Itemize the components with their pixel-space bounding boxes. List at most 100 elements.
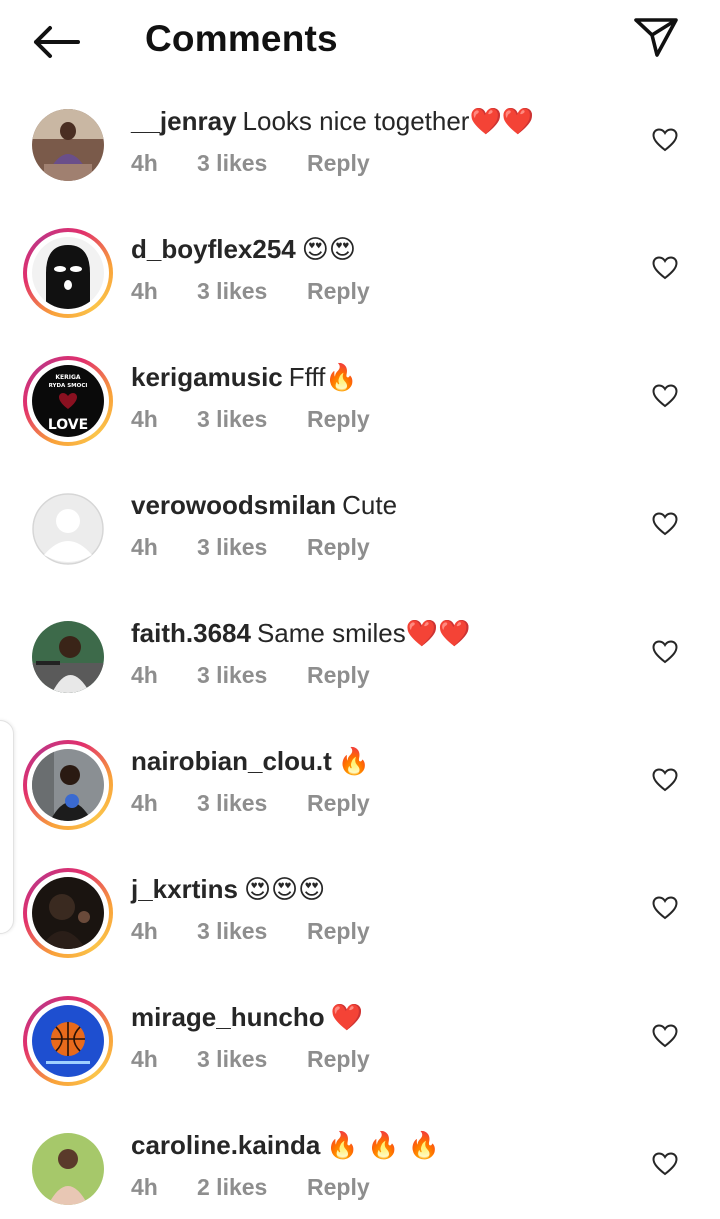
reply-button[interactable]: Reply (307, 278, 370, 305)
heart-outline-icon (652, 512, 678, 536)
comment-text-line: caroline.kainda 🔥 🔥 🔥 (131, 1128, 440, 1163)
like-button[interactable] (650, 894, 680, 922)
comment-username[interactable]: __jenray (131, 106, 237, 136)
avatar-photo (32, 1133, 104, 1205)
comment-username[interactable]: verowoodsmilan (131, 490, 336, 520)
heart-outline-icon (652, 896, 678, 920)
comment-text-line: verowoodsmilan Cute (131, 488, 397, 523)
comment-likes[interactable]: 3 likes (197, 150, 307, 177)
heart-outline-icon (652, 256, 678, 280)
comment-text-line: nairobian_clou.t 🔥 (131, 744, 370, 779)
comment-emoji: 🔥 (337, 747, 371, 777)
comment-row: __jenray Looks nice together❤️❤️ 4h 3 like… (0, 82, 720, 210)
comment-time: 4h (131, 790, 158, 816)
arrow-left-icon (34, 26, 80, 58)
comment-meta: 4h 3 likes Reply (131, 534, 370, 561)
comment-meta: 4h 3 likes Reply (131, 918, 370, 945)
comment-likes[interactable]: 3 likes (197, 918, 307, 945)
comment-meta: 4h 3 likes Reply (131, 1046, 370, 1073)
like-button[interactable] (650, 382, 680, 410)
comment-username[interactable]: d_boyflex254 (131, 234, 296, 264)
comment-meta: 4h 3 likes Reply (131, 790, 370, 817)
comment-emoji: ❤️ (330, 1003, 363, 1033)
share-button[interactable] (630, 14, 682, 60)
comment-likes[interactable]: 3 likes (197, 1046, 307, 1073)
avatar[interactable] (23, 228, 113, 318)
comment-likes[interactable]: 3 likes (197, 278, 307, 305)
comment-time: 4h (131, 662, 158, 688)
reply-button[interactable]: Reply (307, 534, 370, 561)
like-button[interactable] (650, 254, 680, 282)
reply-button[interactable]: Reply (307, 918, 370, 945)
comment-time: 4h (131, 150, 158, 176)
like-button[interactable] (650, 510, 680, 538)
comment-row: nairobian_clou.t 🔥 4h 3 likes Reply (0, 722, 720, 850)
reply-button[interactable]: Reply (307, 790, 370, 817)
comment-list: __jenray Looks nice together❤️❤️ 4h 3 like… (0, 82, 720, 1219)
like-button[interactable] (650, 638, 680, 666)
header-bar: Comments (0, 0, 720, 82)
avatar[interactable] (23, 100, 113, 190)
comment-username[interactable]: mirage_huncho (131, 1002, 325, 1032)
avatar-text-bottom: LOVE (48, 417, 88, 433)
reply-button[interactable]: Reply (307, 150, 370, 177)
default-avatar-icon (32, 493, 104, 565)
avatar-photo: KERIGA RYDA SMOCI LOVE (32, 365, 104, 437)
avatar-photo (32, 109, 104, 181)
like-button[interactable] (650, 1022, 680, 1050)
comment-meta: 4h 3 likes Reply (131, 662, 370, 689)
comment-row: caroline.kainda 🔥 🔥 🔥 4h 2 likes Reply (0, 1106, 720, 1219)
reply-button[interactable]: Reply (307, 406, 370, 433)
avatar-photo (32, 1005, 104, 1077)
comment-time: 4h (131, 278, 158, 304)
avatar[interactable] (23, 868, 113, 958)
avatar[interactable] (23, 484, 113, 574)
edge-panel-handle[interactable] (0, 720, 14, 934)
avatar[interactable]: KERIGA RYDA SMOCI LOVE (23, 356, 113, 446)
comment-meta: 4h 2 likes Reply (131, 1174, 370, 1201)
comment-likes[interactable]: 3 likes (197, 790, 307, 817)
comment-emoji: 🔥 (325, 363, 358, 393)
comment-body: Cute (342, 490, 398, 520)
like-button[interactable] (650, 1150, 680, 1178)
comment-meta: 4h 3 likes Reply (131, 150, 370, 177)
paper-plane-icon (634, 18, 678, 57)
comment-text-line: mirage_huncho ❤️ (131, 1000, 363, 1035)
comment-username[interactable]: j_kxrtins (131, 874, 238, 904)
heart-outline-icon (652, 1152, 678, 1176)
heart-outline-icon (652, 768, 678, 792)
comment-time: 4h (131, 534, 158, 560)
avatar[interactable] (23, 740, 113, 830)
avatar[interactable] (23, 996, 113, 1086)
comment-likes[interactable]: 3 likes (197, 406, 307, 433)
heart-outline-icon (652, 128, 678, 152)
comment-username[interactable]: caroline.kainda (131, 1130, 320, 1160)
comment-username[interactable]: faith.3684 (131, 618, 251, 648)
avatar-photo (32, 877, 104, 949)
comment-text-line: faith.3684 Same smiles❤️❤️ (131, 616, 471, 651)
avatar[interactable] (23, 1124, 113, 1214)
page-title: Comments (145, 18, 338, 59)
comment-time: 4h (131, 918, 158, 944)
comment-meta: 4h 3 likes Reply (131, 278, 370, 305)
avatar[interactable] (23, 612, 113, 702)
comment-time: 4h (131, 1046, 158, 1072)
comment-likes[interactable]: 3 likes (197, 534, 307, 561)
comment-emoji: ❤️❤️ (405, 619, 471, 649)
heart-outline-icon (652, 1024, 678, 1048)
comment-emoji: 🔥 🔥 🔥 (326, 1131, 440, 1161)
comment-meta: 4h 3 likes Reply (131, 406, 370, 433)
comment-username[interactable]: nairobian_clou.t (131, 746, 332, 776)
avatar-text-mid: RYDA SMOCI (49, 383, 88, 389)
comment-text-line: __jenray Looks nice together❤️❤️ (131, 104, 534, 139)
back-button[interactable] (30, 22, 82, 62)
comment-username[interactable]: kerigamusic (131, 362, 283, 392)
comment-likes[interactable]: 2 likes (197, 1174, 307, 1201)
comment-row: mirage_huncho ❤️ 4h 3 likes Reply (0, 978, 720, 1106)
reply-button[interactable]: Reply (307, 662, 370, 689)
comment-likes[interactable]: 3 likes (197, 662, 307, 689)
like-button[interactable] (650, 766, 680, 794)
reply-button[interactable]: Reply (307, 1174, 370, 1201)
reply-button[interactable]: Reply (307, 1046, 370, 1073)
like-button[interactable] (650, 126, 680, 154)
